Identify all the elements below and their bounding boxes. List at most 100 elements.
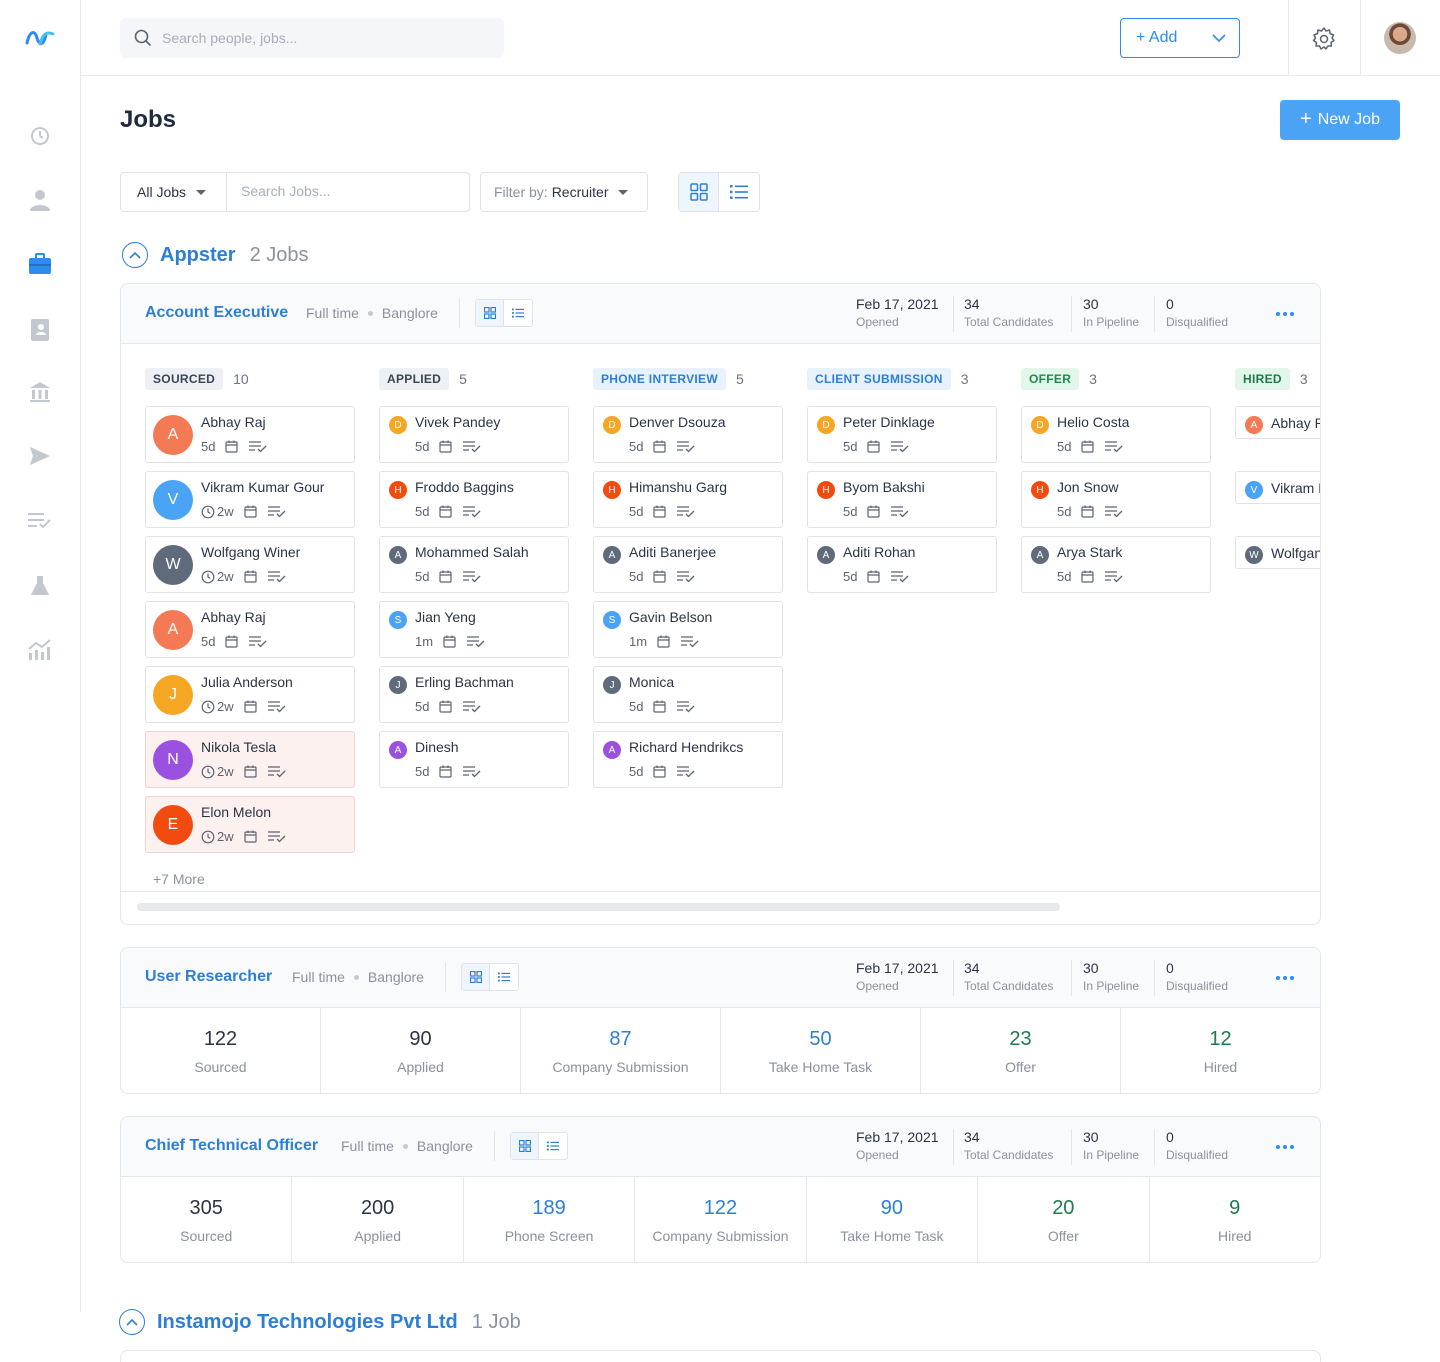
- candidate-card[interactable]: J Monica 5d: [593, 666, 783, 723]
- analytics-chart-icon[interactable]: [28, 638, 52, 662]
- candidate-card[interactable]: A Abhay Raj 5d: [145, 406, 355, 463]
- calendar-icon[interactable]: [657, 635, 670, 648]
- stage-summary-cell[interactable]: 305 Sourced: [121, 1177, 293, 1262]
- list-view-icon[interactable]: [504, 300, 532, 326]
- list-view-icon[interactable]: [490, 964, 518, 990]
- calendar-icon[interactable]: [244, 700, 257, 713]
- calendar-icon[interactable]: [443, 635, 456, 648]
- candidate-card[interactable]: A Arya Stark 5d: [1021, 536, 1211, 593]
- group-header-instamojo[interactable]: Instamojo Technologies Pvt Ltd 1 Job: [119, 1309, 521, 1335]
- job-title[interactable]: Account Executive: [145, 304, 288, 322]
- candidate-card[interactable]: D Vivek Pandey 5d: [379, 406, 569, 463]
- candidate-card[interactable]: D Helio Costa 5d: [1021, 406, 1211, 463]
- job-title[interactable]: Chief Technical Officer: [145, 1137, 318, 1155]
- candidate-card[interactable]: H Froddo Baggins 5d: [379, 471, 569, 528]
- candidate-card[interactable]: W Wolfgang Winer: [1235, 536, 1320, 569]
- grid-view-icon[interactable]: [462, 964, 490, 990]
- calendar-icon[interactable]: [653, 765, 667, 778]
- tasks-icon[interactable]: [267, 700, 286, 713]
- tasks-icon[interactable]: [463, 505, 481, 518]
- calendar-icon[interactable]: [244, 570, 257, 583]
- chevron-up-icon[interactable]: [119, 1309, 145, 1335]
- tasks-icon[interactable]: [463, 570, 481, 583]
- candidate-card[interactable]: A Abhay Raj 5d: [145, 601, 355, 658]
- app-logo-icon[interactable]: [24, 26, 56, 50]
- tasks-icon[interactable]: [463, 700, 481, 713]
- tasks-icon[interactable]: [1105, 440, 1123, 453]
- jobs-briefcase-icon[interactable]: [28, 252, 52, 276]
- company-bank-icon[interactable]: [28, 380, 52, 404]
- candidate-card[interactable]: A Aditi Rohan 5d: [807, 536, 997, 593]
- candidate-card[interactable]: D Peter Dinklage 5d: [807, 406, 997, 463]
- stage-summary-cell[interactable]: 189 Phone Screen: [464, 1177, 636, 1262]
- group-header-appster[interactable]: Appster 2 Jobs: [122, 242, 309, 268]
- send-icon[interactable]: [28, 444, 52, 468]
- stage-summary-cell[interactable]: 9 Hired: [1150, 1177, 1320, 1262]
- candidate-card[interactable]: H Byom Bakshi 5d: [807, 471, 997, 528]
- calendar-icon[interactable]: [1081, 440, 1095, 453]
- calendar-icon[interactable]: [244, 505, 257, 518]
- more-options-icon[interactable]: [1276, 976, 1294, 980]
- new-job-button[interactable]: + New Job: [1280, 100, 1400, 140]
- calendar-icon[interactable]: [1081, 505, 1095, 518]
- tasks-icon[interactable]: [1105, 505, 1123, 518]
- calendar-icon[interactable]: [244, 765, 257, 778]
- candidate-card[interactable]: H Jon Snow 5d: [1021, 471, 1211, 528]
- lab-flask-icon[interactable]: [28, 574, 52, 598]
- global-search[interactable]: [120, 18, 504, 58]
- calendar-icon[interactable]: [867, 440, 881, 453]
- tasks-icon[interactable]: [467, 635, 485, 648]
- tasks-icon[interactable]: [677, 440, 695, 453]
- calendar-icon[interactable]: [867, 570, 881, 583]
- tasks-icon[interactable]: [249, 635, 267, 648]
- tasks-icon[interactable]: [1105, 570, 1123, 583]
- calendar-icon[interactable]: [225, 440, 239, 453]
- list-view-icon[interactable]: [719, 173, 759, 211]
- stage-summary-cell[interactable]: 23 Offer: [921, 1008, 1121, 1093]
- stage-summary-cell[interactable]: 122 Sourced: [121, 1008, 321, 1093]
- candidate-card[interactable]: A Abhay Raj: [1235, 406, 1320, 439]
- more-options-icon[interactable]: [1276, 1145, 1294, 1149]
- list-view-icon[interactable]: [539, 1133, 567, 1159]
- tasks-checklist-icon[interactable]: [28, 508, 52, 532]
- calendar-icon[interactable]: [653, 440, 667, 453]
- tasks-icon[interactable]: [267, 505, 286, 518]
- global-search-input[interactable]: [162, 30, 482, 46]
- grid-view-icon[interactable]: [476, 300, 504, 326]
- tasks-icon[interactable]: [677, 700, 695, 713]
- candidate-card[interactable]: A Aditi Banerjee 5d: [593, 536, 783, 593]
- contacts-book-icon[interactable]: [28, 318, 52, 342]
- grid-view-icon[interactable]: [511, 1133, 539, 1159]
- scrollbar-thumb[interactable]: [137, 903, 1060, 911]
- candidate-card[interactable]: A Dinesh 5d: [379, 731, 569, 788]
- chevron-down-icon[interactable]: [1199, 34, 1239, 42]
- stage-summary-cell[interactable]: 90 Take Home Task: [807, 1177, 979, 1262]
- calendar-icon[interactable]: [439, 765, 453, 778]
- people-icon[interactable]: [28, 188, 52, 212]
- tasks-icon[interactable]: [267, 570, 286, 583]
- candidate-card[interactable]: V Vikram Kumar Gour 2w: [145, 471, 355, 528]
- calendar-icon[interactable]: [439, 505, 453, 518]
- tasks-icon[interactable]: [267, 830, 286, 843]
- stage-summary-cell[interactable]: 12 Hired: [1121, 1008, 1320, 1093]
- settings-gear-icon[interactable]: [1311, 26, 1337, 52]
- calendar-icon[interactable]: [439, 700, 453, 713]
- calendar-icon[interactable]: [244, 830, 257, 843]
- calendar-icon[interactable]: [867, 505, 881, 518]
- stage-summary-cell[interactable]: 200 Applied: [292, 1177, 464, 1262]
- more-options-icon[interactable]: [1276, 312, 1294, 316]
- jobs-select[interactable]: All Jobs: [121, 173, 227, 211]
- calendar-icon[interactable]: [439, 440, 453, 453]
- calendar-icon[interactable]: [1081, 570, 1095, 583]
- stage-summary-cell[interactable]: 87 Company Submission: [521, 1008, 721, 1093]
- tasks-icon[interactable]: [677, 765, 695, 778]
- candidate-card[interactable]: D Denver Dsouza 5d: [593, 406, 783, 463]
- candidate-card[interactable]: A Richard Hendrikcs 5d: [593, 731, 783, 788]
- candidate-card[interactable]: S Gavin Belson 1m: [593, 601, 783, 658]
- stage-summary-cell[interactable]: 90 Applied: [321, 1008, 521, 1093]
- add-dropdown-button[interactable]: + Add: [1120, 18, 1240, 58]
- calendar-icon[interactable]: [439, 570, 453, 583]
- chevron-up-icon[interactable]: [122, 242, 148, 268]
- calendar-icon[interactable]: [653, 570, 667, 583]
- candidate-card[interactable]: E Elon Melon 2w: [145, 796, 355, 853]
